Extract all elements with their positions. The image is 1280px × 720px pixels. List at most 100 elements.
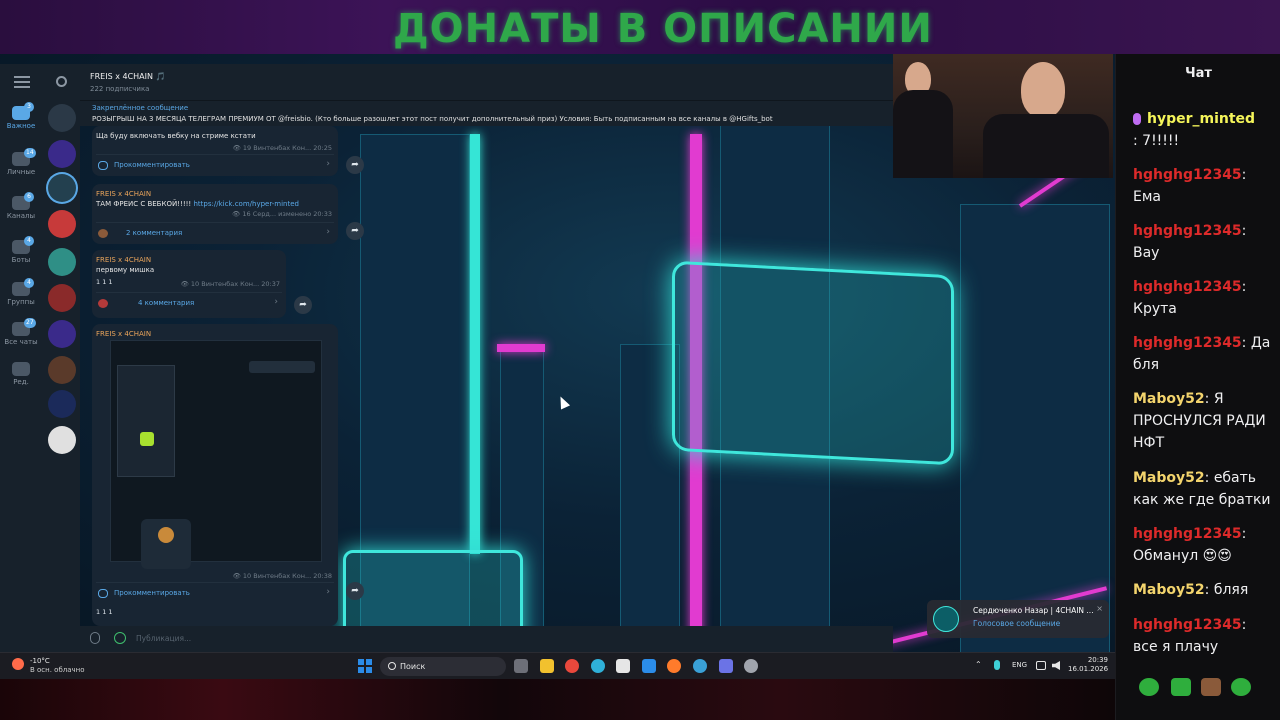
emote-icon[interactable]	[1139, 678, 1159, 696]
firefox-icon[interactable]	[667, 659, 681, 673]
discord-icon[interactable]	[719, 659, 733, 673]
post-reactions[interactable]: 1 1 1	[96, 608, 113, 616]
post-link[interactable]: https://kick.com/hyper-minted	[193, 200, 299, 208]
comment-button[interactable]: Прокомментировать ›	[96, 154, 334, 176]
post-reactions[interactable]: 1 1 1	[96, 278, 113, 286]
file-explorer-icon[interactable]	[540, 659, 554, 673]
folder-bots[interactable]: 4 Боты	[0, 236, 42, 264]
chrome-icon[interactable]	[565, 659, 579, 673]
comment-button[interactable]: 4 комментария ›	[96, 292, 282, 314]
post-time: 20:25	[313, 144, 332, 152]
taskbar-search[interactable]: Поиск	[380, 657, 506, 676]
chat-text: Обманул 😍😍	[1133, 548, 1232, 564]
subscriber-count: 222 подписчика	[90, 85, 150, 93]
chat-avatar[interactable]	[48, 248, 76, 276]
chat-user[interactable]: hghghg12345	[1133, 335, 1242, 351]
banner-text: ДОНАТЫ В ОПИСАНИИ	[393, 6, 933, 52]
post-author: FREIS x 4CHAIN	[96, 256, 152, 264]
close-icon[interactable]: ×	[1096, 604, 1103, 613]
post-text: ТАМ ФРЕИС С ВЕБКОЙ!!!!!	[96, 200, 192, 208]
post-image[interactable]	[110, 340, 322, 569]
folder-label: Боты	[11, 256, 31, 264]
chat-user[interactable]: Maboy52	[1133, 582, 1205, 598]
folder-groups[interactable]: 4 Группы	[0, 278, 42, 306]
store-icon[interactable]	[616, 659, 630, 673]
folder-personal[interactable]: 14 Личные	[0, 148, 42, 176]
pinned-message[interactable]: Закреплённое сообщение РОЗЫГРЫШ НА 3 МЕС…	[80, 100, 893, 126]
search-icon[interactable]	[56, 76, 67, 87]
attach-icon[interactable]	[90, 632, 100, 644]
notification-toast[interactable]: Сердюченко Назар | 4CHAIN ... Голосовое …	[927, 600, 1109, 638]
compose-input[interactable]: Публикация...	[136, 634, 191, 643]
windows-taskbar: -10°C В осн. облачно Поиск ⌃ ENG 20:39 1…	[0, 652, 1115, 679]
post-time: 20:37	[261, 280, 280, 288]
share-button[interactable]: ➦	[346, 156, 364, 174]
wallpaper-building	[960, 204, 1110, 654]
weather-icon[interactable]	[12, 658, 24, 670]
volume-icon[interactable]	[1052, 661, 1060, 670]
chevron-right-icon: ›	[326, 159, 330, 169]
chat-user[interactable]: Maboy52	[1133, 391, 1205, 407]
chat-emote-bar	[1139, 678, 1279, 698]
chat-user[interactable]: hghghg12345	[1133, 167, 1242, 183]
chat-avatar[interactable]	[48, 174, 76, 202]
mail-icon[interactable]	[642, 659, 656, 673]
chat-user[interactable]: hghghg12345	[1133, 526, 1242, 542]
chat-avatar[interactable]	[48, 284, 76, 312]
post-text: Ща буду включать вебку на стриме кстати	[96, 132, 256, 140]
language-indicator[interactable]: ENG	[1012, 661, 1027, 669]
share-button[interactable]: ➦	[294, 296, 312, 314]
chat-user[interactable]: Maboy52	[1133, 470, 1205, 486]
folder-label: Все чаты	[4, 338, 38, 346]
comment-button[interactable]: 2 комментария ›	[96, 222, 334, 244]
chevron-up-icon[interactable]: ⌃	[975, 660, 982, 669]
post-meta: 👁 10 Винтенбах Кон... 20:37	[181, 280, 280, 288]
chat-avatar[interactable]	[48, 320, 76, 348]
chat-avatar[interactable]	[48, 356, 76, 384]
message-feed: Ща буду включать вебку на стриме кстати …	[80, 126, 364, 626]
chat-avatar[interactable]	[48, 140, 76, 168]
start-button[interactable]	[358, 659, 372, 673]
chat-avatar[interactable]	[48, 210, 76, 238]
share-button[interactable]: ➦	[346, 582, 364, 600]
telegram-chat: FREIS x 4CHAIN 🎵 222 подписчика Закреплё…	[80, 64, 893, 652]
emoji-icon[interactable]	[114, 632, 126, 644]
weather-description[interactable]: В осн. облачно	[30, 666, 85, 674]
post-sender: Винтенбах Кон...	[253, 144, 312, 152]
clock-time[interactable]: 20:39	[1078, 656, 1108, 664]
folder-edit[interactable]: Ред.	[0, 362, 42, 386]
telegram-icon[interactable]	[693, 659, 707, 673]
post-author: FREIS x 4CHAIN	[96, 190, 152, 198]
chat-avatar[interactable]	[48, 104, 76, 132]
views-icon: 👁	[232, 144, 243, 152]
chat-avatar[interactable]	[48, 390, 76, 418]
clock-date[interactable]: 16.01.2026	[1068, 665, 1108, 673]
emote-icon[interactable]	[1231, 678, 1251, 696]
folder-channels[interactable]: 6 Каналы	[0, 192, 42, 220]
comment-button[interactable]: Прокомментировать ›	[96, 582, 334, 604]
weather-temperature[interactable]: -10°C	[30, 657, 50, 665]
obs-icon[interactable]	[744, 659, 758, 673]
emote-icon[interactable]	[1171, 678, 1191, 696]
folder-important[interactable]: 3 Важное	[0, 102, 42, 130]
edge-icon[interactable]	[591, 659, 605, 673]
folder-all-chats[interactable]: 27 Все чаты	[0, 318, 42, 346]
chat-user[interactable]: hyper_minted	[1147, 111, 1255, 127]
emote-icon[interactable]	[1201, 678, 1221, 696]
chat-user[interactable]: hghghg12345	[1133, 617, 1242, 633]
post-views: 19	[242, 144, 252, 152]
network-icon[interactable]	[1036, 661, 1046, 670]
views-icon: 👁	[232, 572, 243, 580]
chat-header[interactable]: FREIS x 4CHAIN 🎵 222 подписчика	[80, 64, 893, 100]
chat-text: бляя	[1213, 582, 1249, 598]
share-button[interactable]: ➦	[346, 222, 364, 240]
microphone-icon[interactable]	[994, 660, 1000, 670]
chat-user[interactable]: hghghg12345	[1133, 279, 1242, 295]
menu-icon[interactable]	[14, 76, 30, 88]
telegram-folder-rail: 3 Важное 14 Личные 6 Каналы 4 Боты 4 Гру…	[0, 64, 80, 652]
chat-message: Maboy52: бляя	[1133, 582, 1249, 598]
chat-user[interactable]: hghghg12345	[1133, 223, 1242, 239]
folder-label: Личные	[6, 168, 36, 176]
task-view-icon[interactable]	[514, 659, 528, 673]
chat-avatar[interactable]	[48, 426, 76, 454]
